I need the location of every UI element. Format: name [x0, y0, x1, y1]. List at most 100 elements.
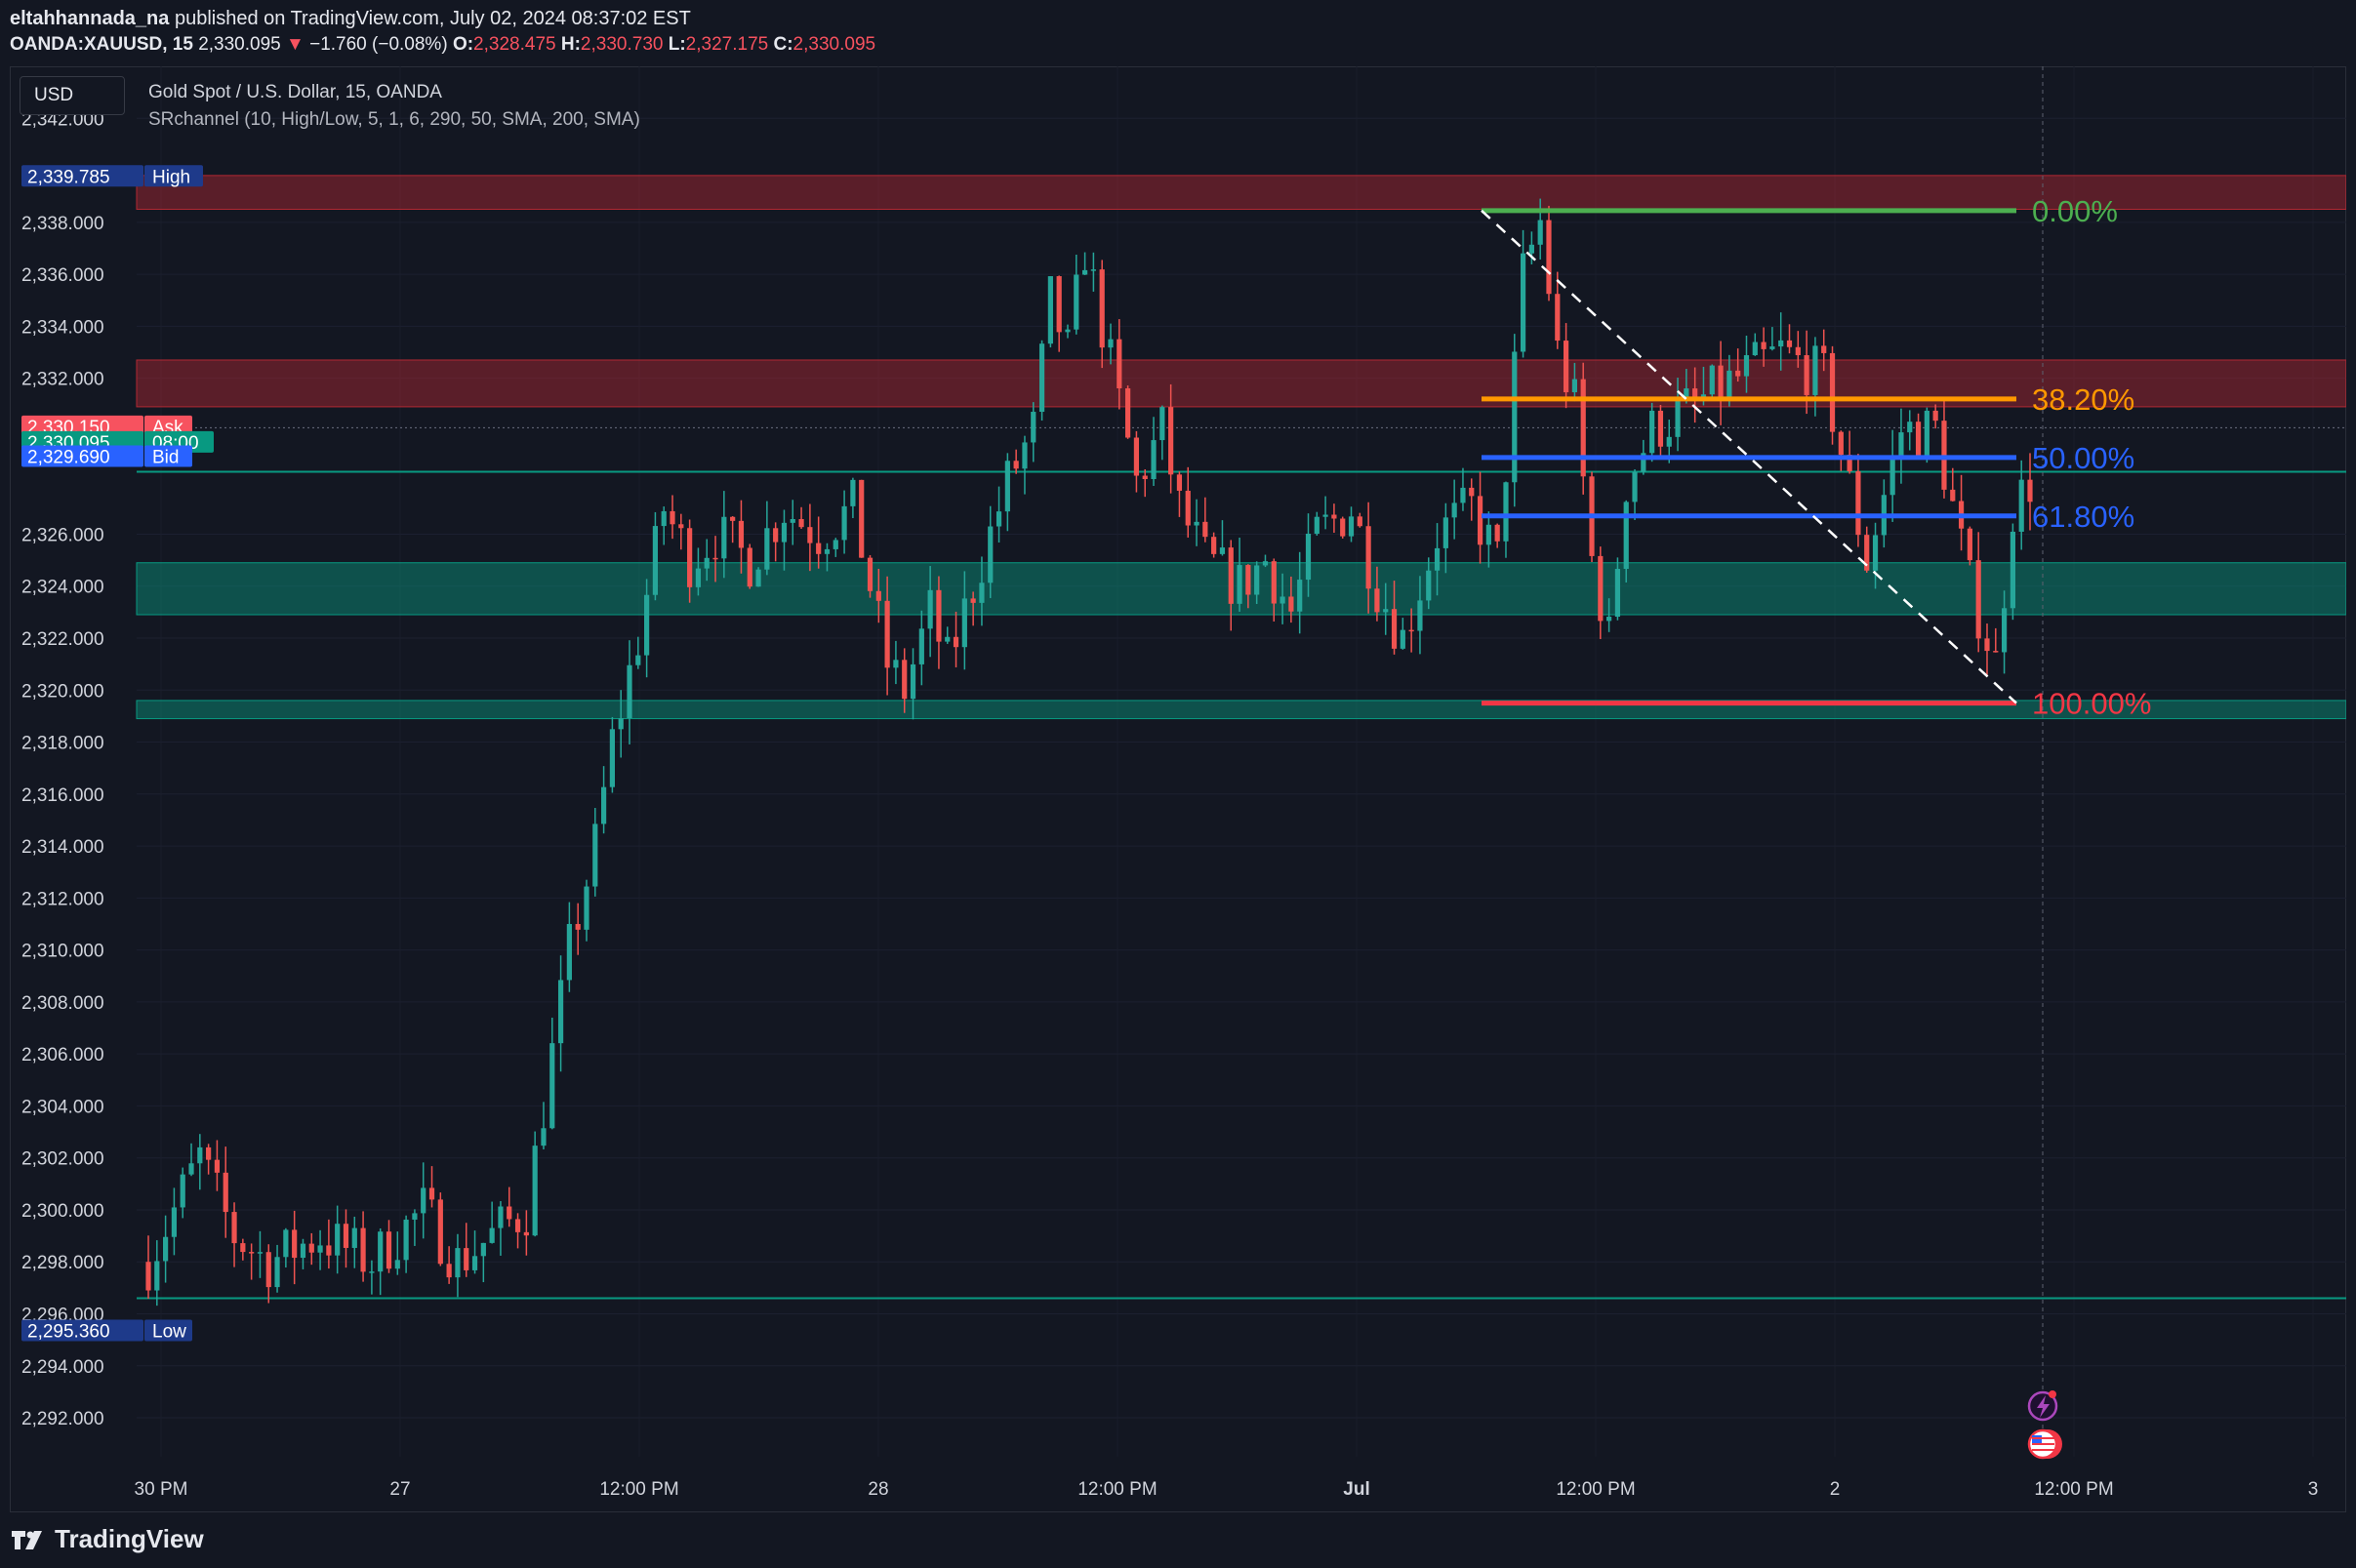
x-tick-label: 3: [2308, 1479, 2319, 1500]
candle-body: [412, 1213, 418, 1220]
price-label-tag: Bid: [152, 448, 179, 468]
low-value: 2,327.175: [685, 34, 769, 55]
candle-body: [1237, 565, 1242, 604]
currency-button[interactable]: USD: [20, 76, 125, 115]
y-tick-label: 2,324.000: [21, 578, 104, 598]
candle-body: [721, 516, 727, 559]
candle-body: [1460, 487, 1466, 503]
candle-body: [1657, 410, 1664, 447]
y-tick-label: 2,302.000: [21, 1149, 104, 1170]
candle-body: [1211, 537, 1217, 554]
candle-body: [1692, 388, 1698, 397]
candle-body: [1907, 422, 1913, 433]
x-tick-label: 30 PM: [135, 1479, 188, 1500]
candle-body: [824, 548, 831, 554]
candle-body: [1975, 560, 1981, 639]
candle-body: [1735, 370, 1741, 377]
candle-body: [1984, 638, 1990, 652]
candle-body: [1571, 379, 1578, 393]
author-name[interactable]: eltahhannada_na: [10, 8, 169, 29]
candle-body: [1829, 352, 1836, 432]
candle-body: [265, 1252, 271, 1288]
candle-body: [437, 1199, 443, 1265]
publish-line: eltahhannada_na published on TradingView…: [10, 8, 691, 30]
candle-body: [223, 1172, 228, 1213]
candle-body: [592, 824, 598, 887]
open-label: O:: [452, 34, 474, 55]
candle-body: [1598, 555, 1604, 622]
candle-body: [652, 526, 659, 595]
candle-body: [360, 1227, 366, 1272]
x-tick-label: Jul: [1343, 1479, 1369, 1500]
indicator-legend[interactable]: SRchannel (10, High/Low, 5, 1, 6, 290, 5…: [148, 109, 640, 131]
candle-body: [1855, 471, 1861, 536]
candle-body: [308, 1243, 314, 1253]
x-tick-label: 2: [1830, 1479, 1841, 1500]
candle-body: [1752, 342, 1758, 356]
candle-body: [1305, 534, 1312, 581]
notification-dot-icon: [2049, 1390, 2056, 1398]
price-axis[interactable]: 2,342.0002,338.0002,336.0002,334.0002,33…: [21, 109, 104, 1429]
candle-body: [1133, 437, 1140, 476]
open-value: 2,328.475: [473, 34, 556, 55]
candle-body: [1520, 253, 1526, 352]
high-label: H:: [560, 34, 581, 55]
candle-body: [180, 1174, 185, 1208]
candle-body: [755, 569, 761, 587]
x-tick-label: 28: [868, 1479, 888, 1500]
candle-body: [798, 518, 804, 528]
candle-body: [1176, 474, 1183, 491]
candle-body: [1889, 455, 1895, 496]
candle-body: [1108, 339, 1114, 348]
fib-retracement[interactable]: 0.00% 38.20% 50.00% 61.80% 100.00%: [1481, 194, 2151, 721]
candle-body: [1932, 410, 1938, 422]
candle-body: [1065, 329, 1071, 333]
y-tick-label: 2,316.000: [21, 785, 104, 806]
y-tick-label: 2,308.000: [21, 993, 104, 1014]
event-markers[interactable]: [2027, 1390, 2062, 1460]
tradingview-logo[interactable]: TradingView: [10, 1524, 204, 1554]
chart-title: Gold Spot / U.S. Dollar, 15, OANDA: [148, 82, 442, 102]
candle-body: [773, 528, 779, 543]
candle-body: [566, 923, 572, 981]
time-axis[interactable]: 30 PM 27 12:00 PM 28 12:00 PM Jul 12:00 PM 2 12:…: [135, 1479, 2346, 1500]
y-tick-label: 2,314.000: [21, 837, 104, 858]
candle-body: [1254, 565, 1260, 595]
candle-body: [1125, 388, 1131, 438]
y-tick-label: 2,332.000: [21, 370, 104, 390]
candle-body: [1778, 340, 1784, 347]
candle-body: [1485, 524, 1491, 545]
candle-body: [927, 589, 933, 629]
candle-body: [953, 636, 959, 648]
candle-body: [386, 1231, 392, 1269]
low-label: L:: [668, 34, 686, 55]
candle-body: [618, 718, 624, 730]
candle-body: [541, 1128, 547, 1146]
close-value: 2,330.095: [792, 34, 876, 55]
x-tick-label: 27: [389, 1479, 410, 1500]
candle-body: [1743, 355, 1750, 377]
candle-body: [378, 1231, 384, 1272]
candle-body: [1117, 339, 1122, 389]
candle-body: [498, 1206, 504, 1228]
candle-body: [841, 505, 847, 541]
candle-body: [1512, 351, 1518, 483]
candle-body: [1219, 547, 1226, 554]
candle-body: [317, 1245, 323, 1253]
y-tick-label: 2,292.000: [21, 1409, 104, 1429]
candle-body: [687, 528, 693, 587]
price-chart[interactable]: 0.00%38.20%50.00%61.80%100.00% 2,342.000…: [10, 66, 2346, 1512]
candle-body: [1159, 407, 1165, 441]
fib-level-label: 0.00%: [2032, 194, 2118, 228]
candle-body: [584, 886, 589, 930]
candle-body: [609, 729, 615, 787]
candle-body: [464, 1248, 469, 1270]
candle-body: [403, 1219, 409, 1261]
candle-body: [1142, 475, 1148, 480]
candle-body: [859, 479, 865, 558]
candle-body: [979, 583, 985, 603]
x-tick-label: 12:00 PM: [2034, 1479, 2113, 1500]
candle-body: [1898, 432, 1904, 456]
candle-body: [1967, 528, 1972, 561]
candle-body: [1546, 220, 1552, 295]
